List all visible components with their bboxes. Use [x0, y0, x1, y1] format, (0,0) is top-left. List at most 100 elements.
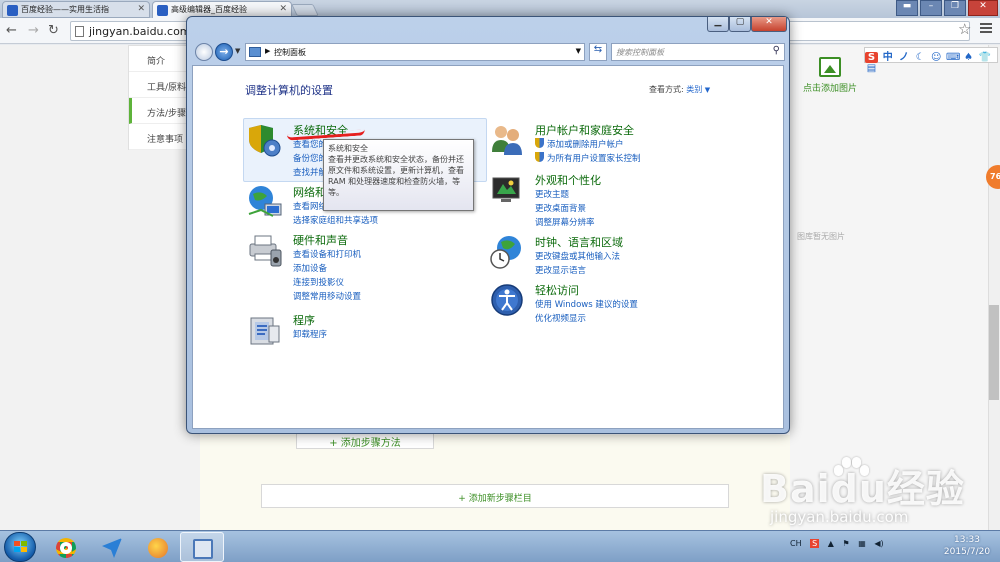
category-title[interactable]: 用户帐户和家庭安全 [535, 122, 634, 138]
taskbar-clock[interactable]: 13:33 2015/7/20 [943, 534, 991, 558]
arrow-up-icon[interactable]: ▲ [828, 539, 834, 548]
control-panel-icon [193, 539, 213, 559]
category-link[interactable]: 更改桌面背景 [535, 202, 595, 216]
ime-emoji-icon[interactable]: ☺ [930, 52, 943, 63]
category-link[interactable]: 备份您的 [293, 152, 327, 166]
ime-punct-icon[interactable]: ノ [897, 48, 910, 63]
category-link[interactable]: 添加设备 [293, 262, 361, 276]
category-link[interactable]: 使用 Windows 建议的设置 [535, 298, 638, 312]
tab-close-icon[interactable]: ✕ [279, 4, 287, 14]
page-scrollbar[interactable] [988, 45, 1000, 530]
no-image-text: 图库暂无图片 [797, 232, 845, 241]
ime-skin-icon[interactable]: ♠ [962, 52, 975, 63]
forward-arrow-icon[interactable]: → [28, 23, 39, 38]
category-title[interactable]: 网络和 [293, 184, 326, 200]
category-link[interactable]: 连接到投影仪 [293, 276, 361, 290]
view-by: 查看方式: 类别 ▼ [649, 84, 710, 95]
category-link[interactable]: 查找并解 [293, 166, 327, 180]
baidu-paw-icon [7, 5, 18, 16]
category-title[interactable]: 外观和个性化 [535, 172, 601, 188]
category-link[interactable]: 调整屏幕分辨率 [535, 216, 595, 230]
step-area [200, 435, 790, 530]
taskbar-app-active[interactable] [180, 532, 224, 562]
start-button[interactable] [4, 532, 36, 562]
outline-item-active[interactable]: 方法/步骤 [129, 98, 189, 124]
minimize-button[interactable]: – [920, 0, 942, 16]
category-link[interactable]: 查看您的 [293, 138, 327, 152]
ime-moon-icon[interactable]: ☾ [914, 52, 927, 63]
user-icon[interactable]: ▬ [896, 0, 918, 16]
refresh-button[interactable]: ⇆ [589, 43, 607, 61]
outline-item[interactable]: 简介 [129, 46, 189, 72]
search-input[interactable]: 搜索控制面板 ⚲ [611, 43, 785, 61]
chevron-down-icon[interactable]: ▼ [576, 47, 581, 55]
chevron-down-icon[interactable]: ▼ [705, 86, 710, 94]
breadcrumb-item[interactable]: 控制面板 [274, 48, 306, 57]
bookmark-star-icon[interactable]: ☆ [958, 20, 971, 38]
tooltip-body: 查看并更改系统和安全状态，备份并还原文件和系统设置，更新计算机，查看 RAM 和… [328, 155, 464, 197]
maximize-button[interactable]: ▢ [729, 17, 751, 32]
navigation-bar: → ▼ ▶ 控制面板 ▼ ⇆ 搜索控制面板 ⚲ [191, 41, 787, 63]
reload-icon[interactable]: ↻ [48, 23, 59, 38]
category-title[interactable]: 硬件和声音 [293, 232, 348, 248]
ime-mode-icon[interactable]: 中 [881, 48, 894, 63]
recent-pages-dropdown-icon[interactable]: ▼ [235, 47, 240, 55]
new-tab-button[interactable] [291, 4, 319, 16]
category-links: 更改键盘或其他输入法 更改显示语言 [535, 250, 620, 278]
volume-icon[interactable]: ◀) [874, 539, 883, 548]
uac-shield-icon [535, 138, 544, 148]
category-link[interactable]: 优化视频显示 [535, 312, 638, 326]
category-title[interactable]: 轻松访问 [535, 282, 579, 298]
view-by-dropdown[interactable]: 类别 [686, 85, 702, 94]
forward-button[interactable]: → [215, 43, 233, 61]
close-button[interactable]: ✕ [968, 0, 998, 16]
category-link[interactable]: 查看设备和打印机 [293, 248, 361, 262]
appearance-icon [492, 177, 520, 202]
menu-icon[interactable] [980, 23, 992, 35]
category-link[interactable]: 更改主题 [535, 188, 595, 202]
category-title[interactable]: 程序 [293, 312, 315, 328]
minimize-button[interactable]: ▁ [707, 17, 729, 32]
chevron-right-icon[interactable]: ▶ [265, 47, 270, 55]
category-links: 卸载程序 [293, 328, 327, 342]
outline-item[interactable]: 工具/原料 [129, 72, 189, 98]
taskbar: CH S ▲ ⚑ ▦ ◀) 13:33 2015/7/20 [0, 530, 1000, 562]
add-section-button[interactable]: + 添加新步骤栏目 [261, 484, 729, 508]
back-button[interactable] [195, 43, 213, 61]
search-icon[interactable]: ⚲ [773, 45, 780, 56]
tab-title: 高级编辑器_百度经验 [171, 5, 247, 14]
editor-outline-nav: 简介 工具/原料 方法/步骤 注意事项 [128, 45, 190, 150]
category-link[interactable]: 更改显示语言 [535, 264, 620, 278]
category-link[interactable]: 更改键盘或其他输入法 [535, 250, 620, 264]
category-link[interactable]: 添加或删除用户帐户 [535, 138, 641, 152]
taskbar-app[interactable] [136, 532, 180, 562]
sogou-logo-icon[interactable]: S [865, 52, 878, 63]
add-image-button[interactable]: 点击添加图片 [800, 57, 860, 94]
category-links: 查看您的 备份您的 查找并解 [293, 138, 327, 180]
category-link[interactable]: 为所有用户设置家长控制 [535, 152, 641, 166]
ime-shirt-icon[interactable]: 👕 [978, 52, 991, 63]
breadcrumb[interactable]: ▶ 控制面板 ▼ [245, 43, 585, 61]
outline-item[interactable]: 注意事项 [129, 124, 189, 150]
ime-menu-icon[interactable]: ▤ [865, 63, 878, 74]
category-title[interactable]: 时钟、语言和区域 [535, 234, 623, 250]
tab-close-icon[interactable]: ✕ [137, 4, 145, 14]
taskbar-app[interactable] [90, 532, 134, 562]
category-links: 添加或删除用户帐户 为所有用户设置家长控制 [535, 138, 641, 166]
ime-keyboard-icon[interactable]: ⌨ [946, 52, 960, 63]
flag-icon[interactable]: ⚑ [842, 539, 849, 548]
browser-tab[interactable]: 百度经验——实用生活指 ✕ [2, 1, 150, 18]
network-tray-icon[interactable]: ▦ [858, 539, 866, 548]
language-indicator[interactable]: CH [790, 539, 802, 548]
sogou-tray-icon[interactable]: S [810, 539, 820, 548]
category-link[interactable]: 调整常用移动设置 [293, 290, 361, 304]
category-link[interactable]: 卸载程序 [293, 328, 327, 342]
scrollbar-thumb[interactable] [989, 305, 999, 400]
maximize-button[interactable]: ❐ [944, 0, 966, 16]
ease-of-access-icon [491, 284, 523, 316]
back-arrow-icon[interactable]: ← [6, 23, 17, 38]
close-button[interactable]: ✕ [751, 17, 787, 32]
taskbar-app[interactable] [44, 532, 88, 562]
category-link[interactable]: 选择家庭组和共享选项 [293, 214, 378, 228]
page-title: 调整计算机的设置 [245, 84, 333, 97]
